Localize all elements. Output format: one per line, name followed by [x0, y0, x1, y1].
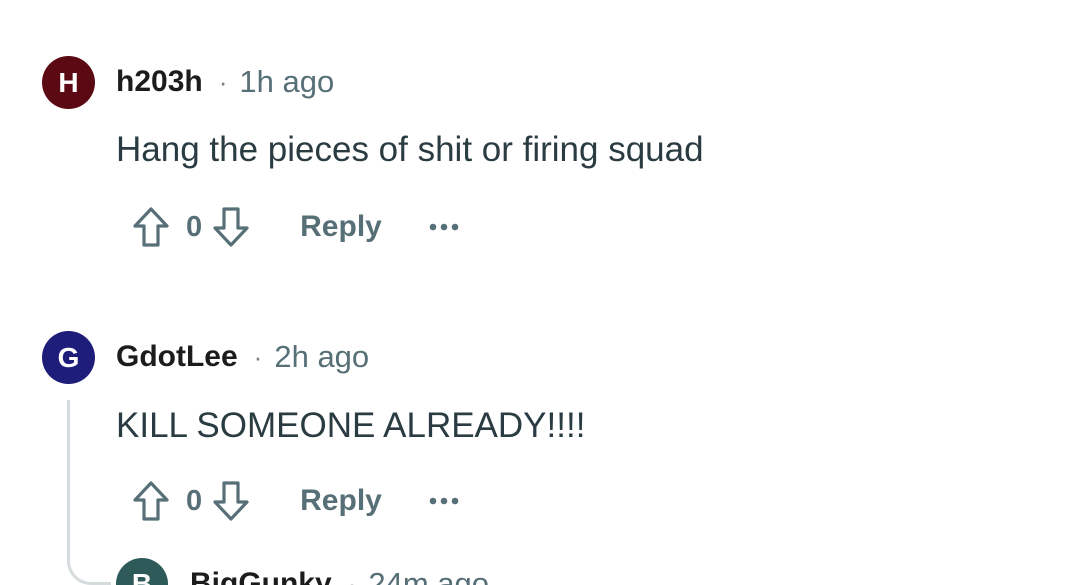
comment-body: KILL SOMEONE ALREADY!!!!: [116, 406, 586, 445]
thread-connector: [67, 545, 111, 585]
reply-button[interactable]: Reply: [300, 484, 382, 518]
comment-thread: H h203h · 1h ago Hang the pieces of shit…: [0, 0, 1080, 585]
timestamp: 24m ago: [368, 566, 489, 585]
comment-meta: GdotLee · 2h ago: [116, 335, 369, 379]
comment-body: Hang the pieces of shit or firing squad: [116, 130, 704, 169]
comment-meta: BigGunky · 24m ago: [190, 562, 489, 585]
avatar-letter: B: [131, 568, 153, 585]
upvote-icon[interactable]: [130, 478, 172, 524]
avatar-letter: G: [57, 341, 80, 373]
meta-separator: ·: [347, 568, 357, 585]
comment-actions: 0 Reply: [130, 202, 460, 252]
reply-button[interactable]: Reply: [300, 210, 382, 244]
avatar[interactable]: H: [42, 56, 95, 109]
username[interactable]: h203h: [116, 65, 203, 99]
more-options-icon[interactable]: [428, 222, 460, 232]
downvote-icon[interactable]: [210, 204, 252, 250]
meta-separator: ·: [253, 341, 263, 372]
vote-count: 0: [186, 210, 203, 243]
username[interactable]: GdotLee: [116, 340, 238, 374]
more-options-icon[interactable]: [428, 496, 460, 506]
avatar-letter: H: [58, 66, 79, 98]
thread-line[interactable]: [67, 400, 70, 555]
timestamp: 1h ago: [239, 64, 335, 99]
comment-actions: 0 Reply: [130, 476, 460, 526]
avatar[interactable]: B: [116, 558, 168, 585]
avatar[interactable]: G: [42, 331, 95, 384]
vote-count: 0: [186, 484, 203, 517]
upvote-icon[interactable]: [130, 204, 172, 250]
downvote-icon[interactable]: [210, 478, 252, 524]
comment-meta: h203h · 1h ago: [116, 60, 334, 104]
username[interactable]: BigGunky: [190, 567, 332, 585]
meta-separator: ·: [218, 66, 228, 97]
timestamp: 2h ago: [274, 339, 370, 374]
